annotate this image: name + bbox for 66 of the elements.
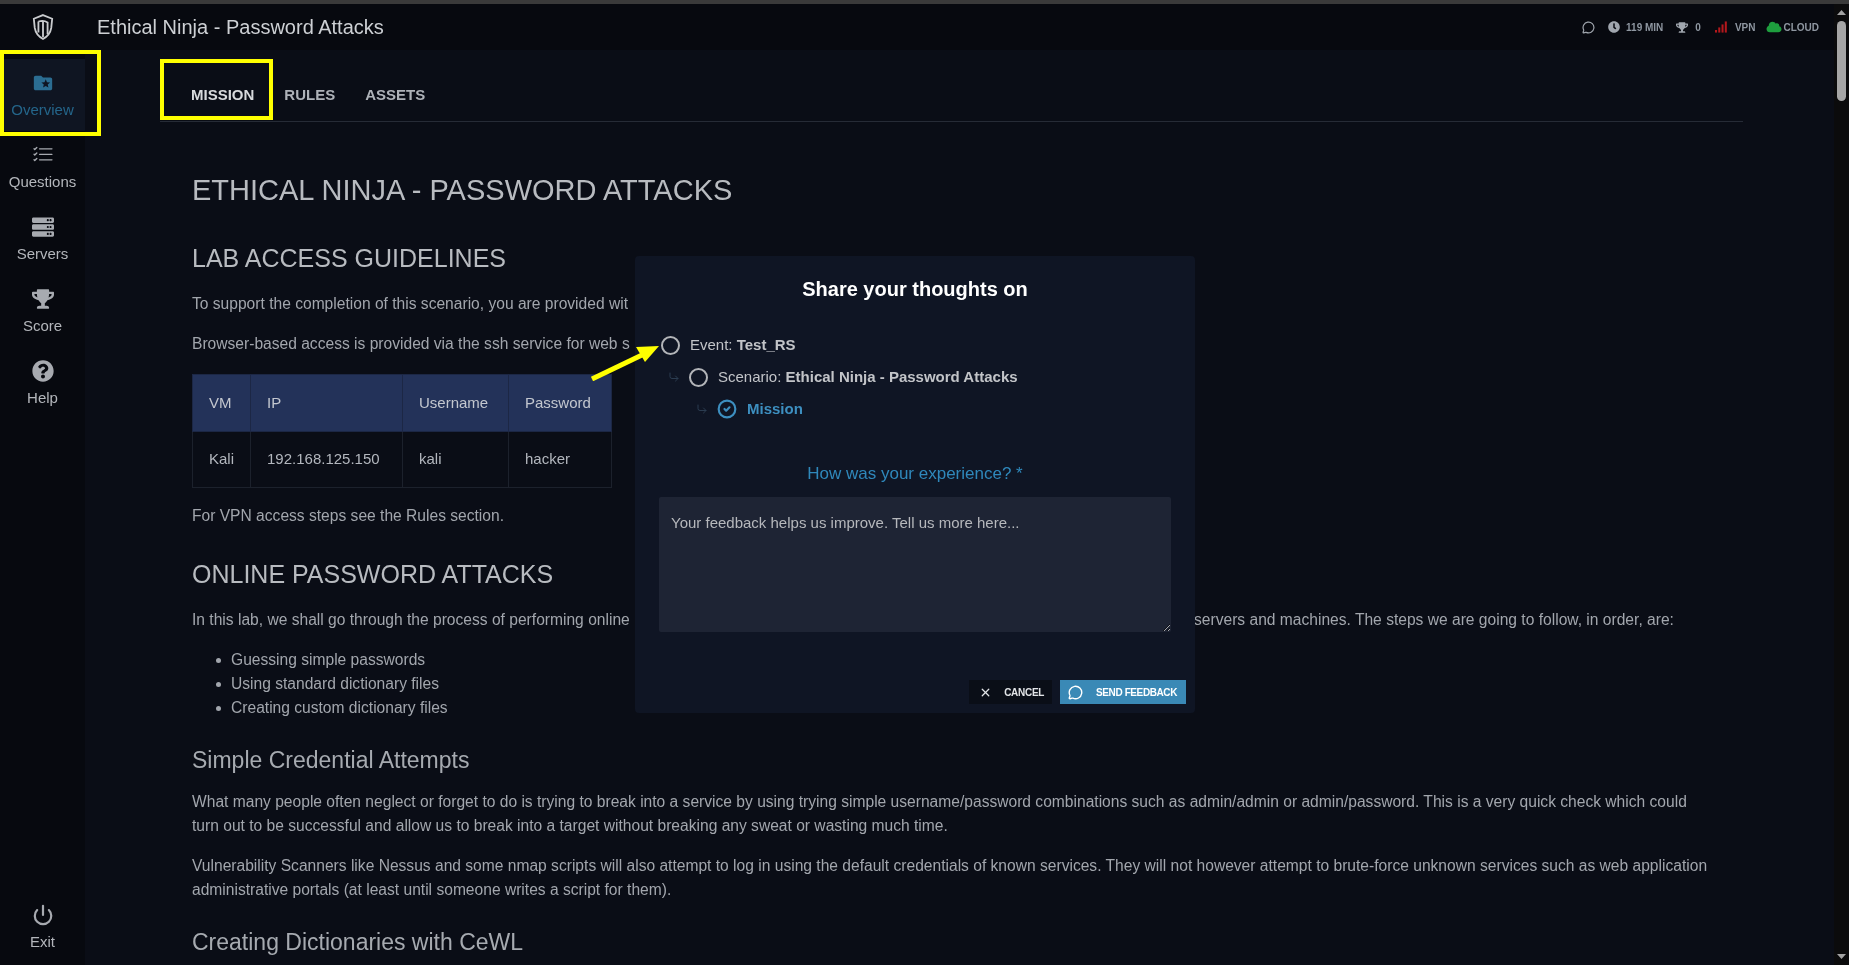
table-cell: kali: [402, 431, 509, 488]
status-text: VPN: [1734, 20, 1756, 35]
paragraph-text: What many people often neglect or forget to do is trying to break into a service by using trying simple username/password combinations such as admin/admin or admin/password. This is a very quick check which could turn out to be successful and allow us to break into a target without breaking any sweat or wasting much time.: [192, 792, 1688, 836]
help-icon: [31, 360, 54, 382]
section-heading: ONLINE PASSWORD ATTACKS: [192, 559, 554, 589]
shield-logo-icon: [31, 14, 54, 40]
sidebar-item[interactable]: Servers: [0, 203, 85, 275]
check-circle-icon[interactable]: [717, 399, 737, 419]
status-text: CLOUD: [1783, 20, 1819, 35]
rating-question: How was your experience? *: [807, 463, 1023, 485]
clock-icon: [1608, 21, 1621, 33]
chat-bubble-icon: [1068, 684, 1084, 700]
scroll-down-icon[interactable]: [1837, 954, 1846, 959]
table-cell: 192.168.125.150: [250, 431, 403, 488]
list-item-text: Guessing simple passwords: [231, 650, 426, 670]
child-arrow-icon: [668, 371, 680, 383]
bullet-icon: [216, 705, 221, 711]
dialog-title: Share your thoughts on: [802, 277, 1028, 301]
sidebar-item[interactable]: Questions: [0, 131, 85, 203]
power-icon: [31, 904, 54, 926]
table-header-cell: VM: [192, 374, 251, 432]
radio-button[interactable]: [661, 335, 680, 355]
page-title: ETHICAL NINJA - PASSWORD ATTACKS: [192, 173, 733, 207]
paragraph-text: To support the completion of this scenario, you are provided wit: [192, 294, 628, 314]
trophy-icon: [1676, 21, 1689, 33]
chat-bubble-icon: [1582, 20, 1596, 34]
status-text: 119 MIN: [1626, 20, 1664, 35]
target-label: Event: Test_RS: [690, 335, 796, 355]
subsection-heading: Simple Credential Attempts: [192, 746, 470, 774]
table-cell: hacker: [508, 431, 612, 488]
target-label: Mission: [747, 399, 803, 419]
sidebar-item[interactable]: Help: [0, 347, 85, 419]
table-header-cell: Password: [508, 374, 612, 432]
send-feedback-button[interactable]: SEND FEEDBACK: [1060, 680, 1186, 704]
section-heading: LAB ACCESS GUIDELINES: [192, 243, 506, 273]
paragraph-text: servers and machines. The steps we are going to follow, in order, are:: [1194, 610, 1674, 630]
scrollbar[interactable]: [1834, 4, 1849, 965]
paragraph-text: Vulnerability Scanners like Nessus and some nmap scripts will also attempt to log in using the default credentials of known services. They will not however attempt to brute-force unknown services such as web application administrative portals (at least until someone writes a script for them).: [192, 856, 1709, 900]
table-cell: Kali: [192, 431, 251, 488]
radio-button[interactable]: [689, 367, 708, 387]
feedback-field[interactable]: Your feedback helps us improve. Tell us more here...: [659, 497, 1171, 632]
list-item-text: Creating custom dictionary files: [231, 698, 448, 718]
child-arrow-icon: [696, 403, 708, 415]
feedback-button[interactable]: [1582, 20, 1596, 34]
trophy-icon: [31, 288, 54, 310]
app-title: Ethical Ninja - Password Attacks: [97, 15, 384, 39]
table-header-cell: IP: [250, 374, 403, 432]
bullet-icon: [216, 681, 221, 687]
paragraph-text: Browser-based access is provided via the ssh service for web s: [192, 334, 630, 354]
scroll-up-icon[interactable]: [1837, 10, 1846, 15]
table-header-cell: Username: [402, 374, 509, 432]
sidebar-item[interactable]: Score: [0, 275, 85, 347]
list-item-text: Using standard dictionary files: [231, 674, 440, 694]
tab[interactable]: MISSION: [176, 69, 270, 121]
tab[interactable]: ASSETS: [350, 69, 441, 121]
scrollbar-thumb[interactable]: [1837, 21, 1846, 101]
subsection-heading: Creating Dictionaries with CeWL: [192, 928, 524, 956]
paragraph-text: In this lab, we shall go through the process of performing online: [192, 610, 631, 630]
target-label: Scenario: Ethical Ninja - Password Attacks: [718, 367, 1018, 387]
status-text: 0: [1695, 20, 1701, 35]
paragraph-text: For VPN access steps see the Rules section.: [192, 506, 504, 526]
exit-button[interactable]: Exit: [0, 891, 85, 963]
tab[interactable]: RULES: [269, 69, 351, 121]
server-stack-icon: [31, 216, 54, 238]
bullet-icon: [216, 657, 221, 663]
cancel-button[interactable]: CANCEL: [969, 680, 1053, 704]
